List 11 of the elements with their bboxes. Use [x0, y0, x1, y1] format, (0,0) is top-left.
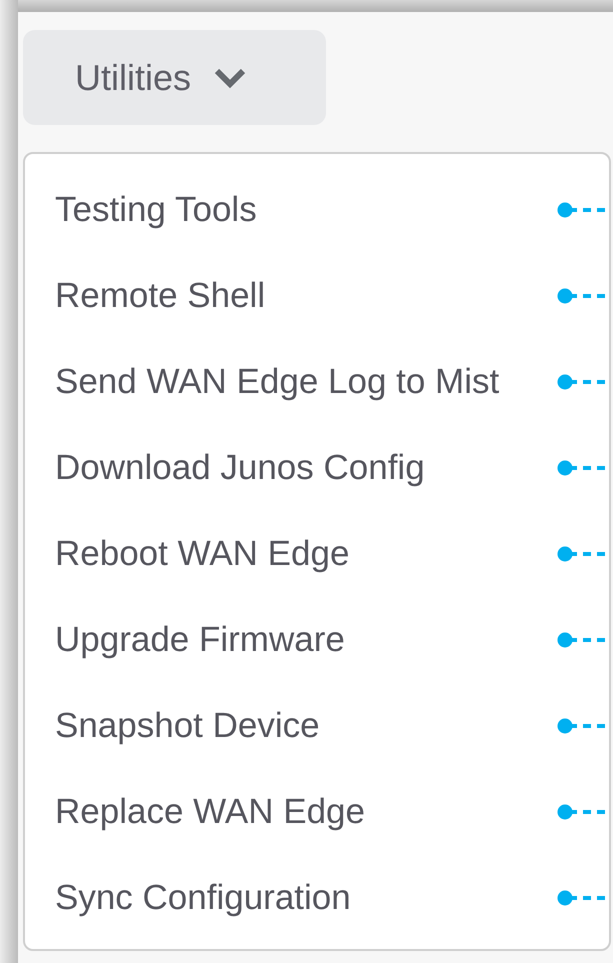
menu-item[interactable]: Download Junos Config: [55, 442, 425, 494]
menu-item[interactable]: Testing Tools: [55, 184, 257, 236]
menu-item[interactable]: Replace WAN Edge: [55, 786, 365, 838]
menu-item[interactable]: Reboot WAN Edge: [55, 528, 350, 580]
menu-item[interactable]: Remote Shell: [55, 270, 266, 322]
chevron-down-icon: [213, 66, 248, 88]
menu-item[interactable]: Upgrade Firmware: [55, 614, 345, 666]
utilities-dropdown-button[interactable]: Utilities: [23, 30, 326, 125]
menu-item[interactable]: Sync Configuration: [55, 872, 351, 924]
menu-item[interactable]: Send WAN Edge Log to Mist: [55, 356, 500, 408]
menu-item[interactable]: Snapshot Device: [55, 700, 320, 752]
